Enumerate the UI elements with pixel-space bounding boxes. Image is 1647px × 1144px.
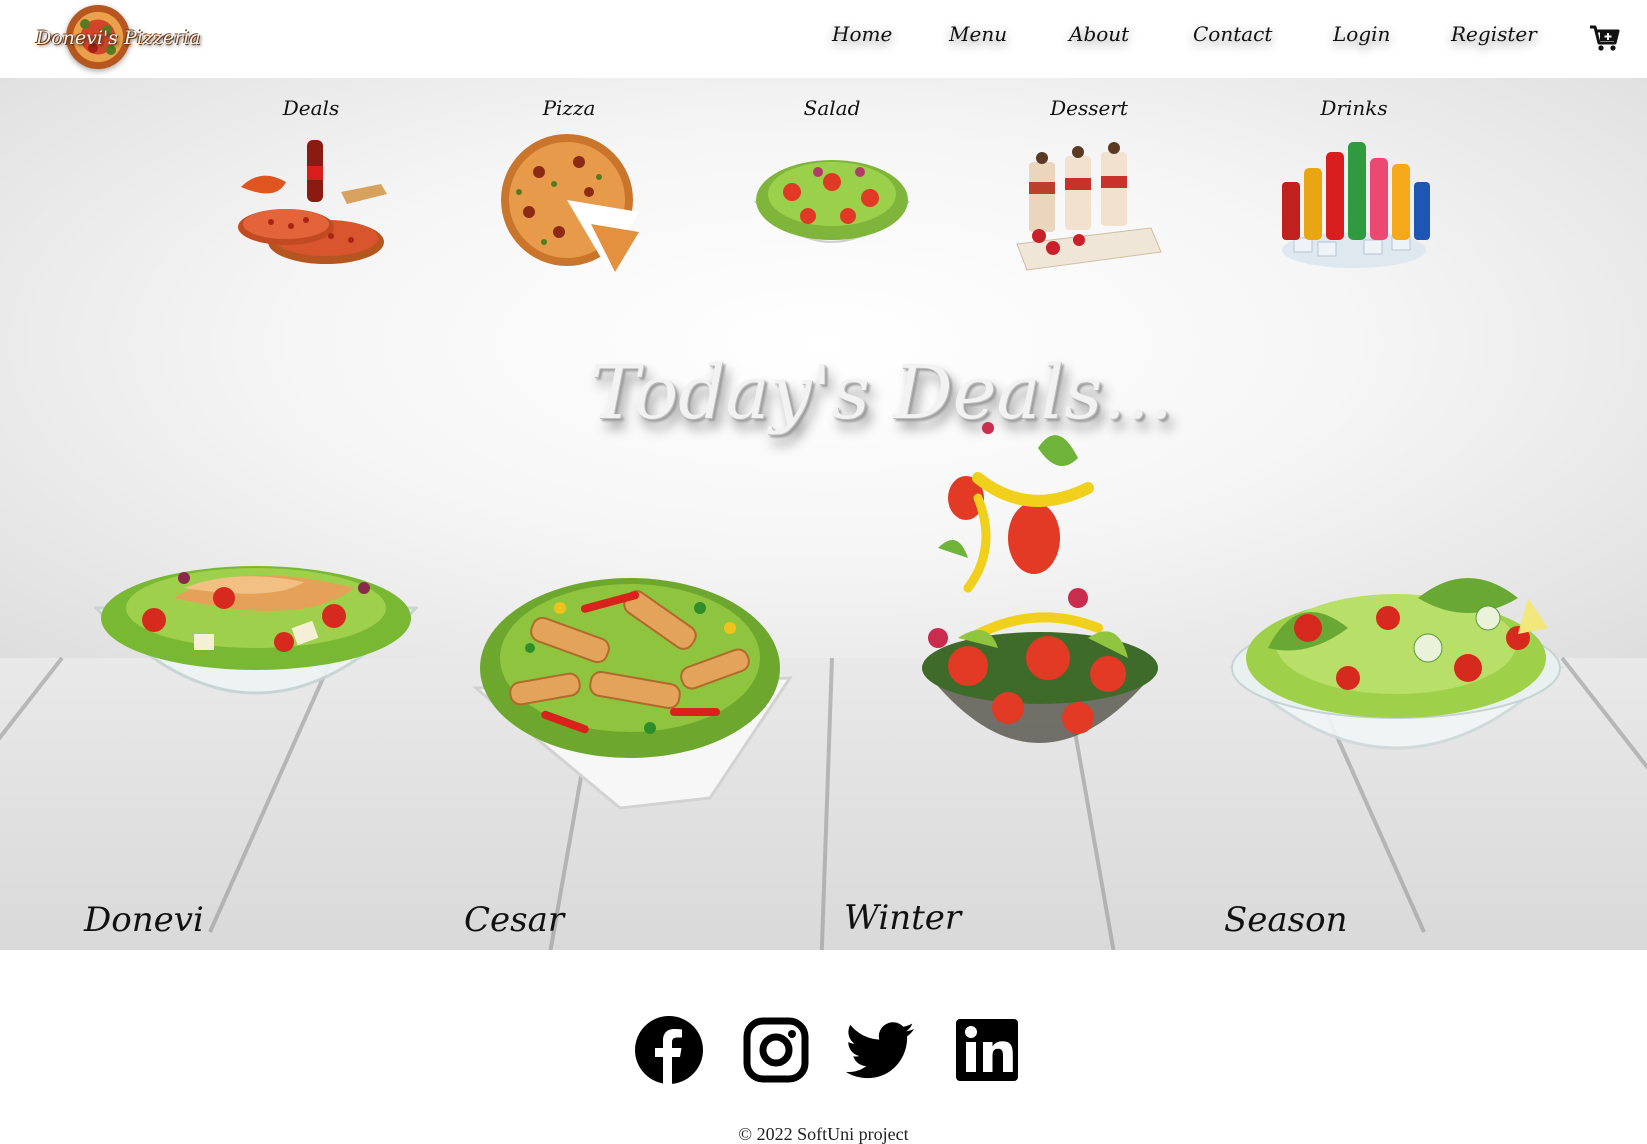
category-drinks[interactable]: Drinks bbox=[1264, 96, 1444, 272]
category-dessert[interactable]: Dessert bbox=[999, 96, 1179, 272]
facebook-icon[interactable] bbox=[634, 1015, 704, 1085]
copyright-text: © 2022 SoftUni project bbox=[738, 1124, 909, 1144]
category-label: Pizza bbox=[542, 96, 596, 120]
cart-plus-icon[interactable] bbox=[1588, 24, 1620, 52]
logo-text: Donevi's Pizzeria bbox=[36, 27, 201, 49]
deals-combo-image bbox=[238, 140, 387, 264]
site-logo[interactable]: Donevi's Pizzeria bbox=[36, 5, 201, 71]
site-header: Donevi's Pizzeria Home Menu About Contac… bbox=[0, 0, 1647, 78]
season-salad-image bbox=[1228, 578, 1564, 750]
nav-contact[interactable]: Contact bbox=[1193, 22, 1272, 46]
instagram-icon[interactable] bbox=[741, 1015, 811, 1085]
deal-card-season[interactable]: Season bbox=[1224, 558, 1564, 940]
linkedin-icon[interactable] bbox=[954, 1015, 1024, 1085]
deal-name: Donevi bbox=[84, 900, 204, 940]
nav-menu[interactable]: Menu bbox=[949, 22, 1007, 46]
deal-name: Season bbox=[1224, 900, 1348, 940]
winter-salad-image bbox=[922, 422, 1158, 743]
category-label: Deals bbox=[282, 96, 340, 120]
pizza-image bbox=[501, 134, 639, 272]
category-label: Salad bbox=[803, 96, 861, 120]
cesar-salad-image bbox=[472, 578, 793, 810]
category-label: Drinks bbox=[1320, 96, 1388, 120]
deal-card-cesar[interactable]: Cesar bbox=[464, 518, 794, 940]
nav-home[interactable]: Home bbox=[832, 22, 892, 46]
twitter-icon[interactable] bbox=[846, 1015, 916, 1085]
category-pizza[interactable]: Pizza bbox=[479, 96, 659, 272]
hero-section: Deals Pizza Salad Dessert Drinks Today's… bbox=[0, 78, 1647, 950]
drinks-image bbox=[1282, 142, 1430, 268]
deal-card-donevi[interactable]: Donevi bbox=[84, 538, 418, 940]
donevi-salad-image bbox=[94, 566, 418, 695]
category-label: Dessert bbox=[1050, 96, 1128, 120]
nav-register[interactable]: Register bbox=[1451, 22, 1537, 46]
nav-login[interactable]: Login bbox=[1333, 22, 1390, 46]
category-salad[interactable]: Salad bbox=[742, 96, 922, 272]
deal-card-winter[interactable]: Winter bbox=[844, 418, 1168, 938]
dessert-image bbox=[1016, 142, 1162, 271]
category-deals[interactable]: Deals bbox=[221, 96, 401, 272]
nav-about[interactable]: About bbox=[1069, 22, 1129, 46]
salad-image bbox=[753, 160, 911, 243]
deal-name: Cesar bbox=[464, 900, 565, 940]
deal-name: Winter bbox=[844, 898, 962, 938]
